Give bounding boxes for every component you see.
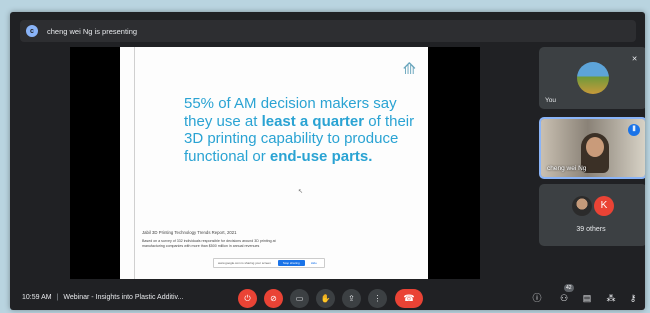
meeting-info: 10:59 AM | Webinar - Insights into Plastic… xyxy=(22,294,183,301)
headline-emphasis: end-use parts. xyxy=(269,147,373,165)
end-call-icon[interactable]: ☎ xyxy=(395,289,423,308)
stop-sharing-button[interactable]: Stop sharing xyxy=(277,260,305,266)
tile-name: You xyxy=(545,97,556,104)
captions-icon[interactable]: ▭ xyxy=(290,289,309,308)
slide-source: Jabil 3D Printing Technology Trends Repo… xyxy=(142,230,237,235)
others-count: 39 others xyxy=(576,226,606,233)
people-icon[interactable]: ⚇ xyxy=(557,291,571,305)
presenting-text: cheng wei Ng is presenting xyxy=(47,26,138,36)
people-count-badge: 42 xyxy=(564,284,574,292)
presentation-stage: ⟰ 55% of AM decision makers say they use… xyxy=(70,47,480,279)
tile-others[interactable]: K 39 others xyxy=(539,184,645,246)
tile-you[interactable]: ✕ You xyxy=(539,47,645,109)
present-screen-icon[interactable]: ⇪ xyxy=(342,289,361,308)
activities-icon[interactable]: ⁂ xyxy=(604,291,618,305)
tile-presenter[interactable]: ⦀ cheng wei Ng xyxy=(539,117,645,179)
screen-share-notice: www.google.com is sharing your screen St… xyxy=(213,258,325,268)
presenting-banner: c cheng wei Ng is presenting xyxy=(20,20,636,42)
hide-button[interactable]: Hide xyxy=(311,261,317,265)
avatar xyxy=(577,62,609,94)
tile-name: cheng wei Ng xyxy=(547,165,587,172)
speaking-icon: ⦀ xyxy=(628,124,640,136)
presenter-avatar: c xyxy=(26,25,38,37)
meeting-title: Webinar - Insights into Plastic Additiv.… xyxy=(63,294,184,301)
divider: | xyxy=(56,294,59,301)
slide-note: Based on a survey of 332 individuals res… xyxy=(142,239,276,248)
meet-window: c cheng wei Ng is presenting ⟰ 55% of AM… xyxy=(10,12,645,310)
logo-icon: ⟰ xyxy=(402,61,416,78)
slide: ⟰ 55% of AM decision makers say they use… xyxy=(120,47,428,279)
mic-off-icon[interactable]: ⏻ xyxy=(238,289,257,308)
share-notice-text: www.google.com is sharing your screen xyxy=(218,261,271,265)
slide-headline: 55% of AM decision makers say they use a… xyxy=(184,95,428,165)
cursor-icon: ↖ xyxy=(298,189,304,195)
avatar: K xyxy=(594,196,614,216)
info-icon[interactable]: ⓘ xyxy=(530,291,544,305)
control-bar: 10:59 AM | Webinar - Insights into Plastic… xyxy=(10,284,645,310)
clock: 10:59 AM xyxy=(22,294,52,301)
mic-off-icon: ✕ xyxy=(631,56,638,63)
chat-icon[interactable]: ▤ xyxy=(580,291,594,305)
headline-emphasis: least a quarter xyxy=(261,112,365,130)
more-options-icon[interactable]: ⋮ xyxy=(368,289,387,308)
avatar xyxy=(572,196,592,216)
raise-hand-icon[interactable]: ✋ xyxy=(316,289,335,308)
host-controls-icon[interactable]: ⚷ xyxy=(626,291,640,305)
slide-divider xyxy=(134,47,135,279)
camera-off-icon[interactable]: ⊘ xyxy=(264,289,283,308)
person-face xyxy=(586,137,604,157)
